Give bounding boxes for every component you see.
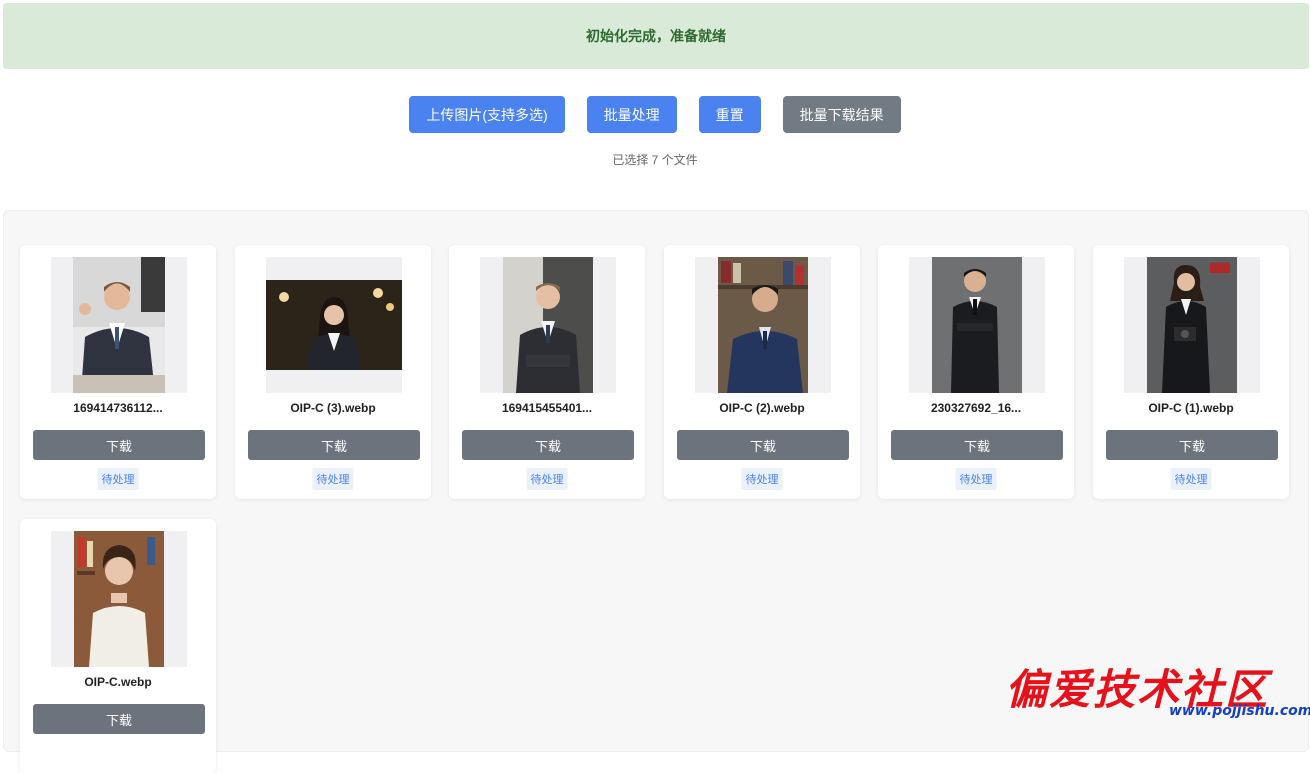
file-name: OIP-C (1).webp (1148, 401, 1234, 415)
batch-download-button[interactable]: 批量下载结果 (782, 96, 901, 133)
thumbnail-image (695, 257, 831, 393)
image-card: OIP-C (2).webp 下载 待处理 (664, 245, 860, 499)
toolbar: 上传图片(支持多选) 批量处理 重置 批量下载结果 (0, 96, 1310, 133)
download-button[interactable]: 下载 (677, 430, 849, 460)
image-card: OIP-C (3).webp 下载 待处理 (235, 245, 431, 499)
thumbnail-image (1124, 257, 1260, 393)
selected-file-count: 已选择 7 个文件 (612, 153, 698, 167)
upload-images-button[interactable]: 上传图片(支持多选) (409, 96, 565, 133)
image-card: OIP-C (1).webp 下载 待处理 (1093, 245, 1289, 499)
status-badge: 待处理 (526, 468, 568, 490)
file-name: OIP-C (3).webp (290, 401, 376, 415)
status-badge: 待处理 (741, 468, 783, 490)
image-card: 169414736112... 下载 待处理 (20, 245, 216, 499)
download-button[interactable]: 下载 (1106, 430, 1278, 460)
thumbnail-image (909, 257, 1045, 393)
status-badge: 待处理 (955, 468, 997, 490)
file-name: 169414736112... (73, 401, 163, 415)
file-name: 169415455401... (501, 401, 593, 415)
download-button[interactable]: 下载 (33, 704, 205, 734)
status-badge: 待处理 (1170, 468, 1212, 490)
image-card: OIP-C.webp 下载 (20, 519, 216, 773)
file-name: 230327692_16... (930, 401, 1022, 415)
status-badge: 待处理 (97, 468, 139, 490)
download-button[interactable]: 下载 (33, 430, 205, 460)
site-watermark: 偏爱技术社区 www.pojjishu.com (1005, 656, 1310, 728)
reset-button[interactable]: 重置 (698, 96, 761, 133)
image-card: 169415455401... 下载 待处理 (449, 245, 645, 499)
thumbnail-image (266, 257, 402, 393)
download-button[interactable]: 下载 (462, 430, 634, 460)
status-badge: 待处理 (312, 468, 354, 490)
batch-process-button[interactable]: 批量处理 (586, 96, 677, 133)
file-name: OIP-C.webp (84, 675, 152, 689)
image-card: 230327692_16... 下载 待处理 (878, 245, 1074, 499)
download-button[interactable]: 下载 (248, 430, 420, 460)
file-name: OIP-C (2).webp (719, 401, 805, 415)
watermark-url: www.pojjishu.com (1169, 703, 1310, 719)
status-message: 初始化完成，准备就绪 (586, 28, 726, 44)
status-banner: 初始化完成，准备就绪 (3, 3, 1309, 69)
thumbnail-image (51, 531, 187, 667)
download-button[interactable]: 下载 (891, 430, 1063, 460)
thumbnail-image (480, 257, 616, 393)
thumbnail-image (51, 257, 187, 393)
